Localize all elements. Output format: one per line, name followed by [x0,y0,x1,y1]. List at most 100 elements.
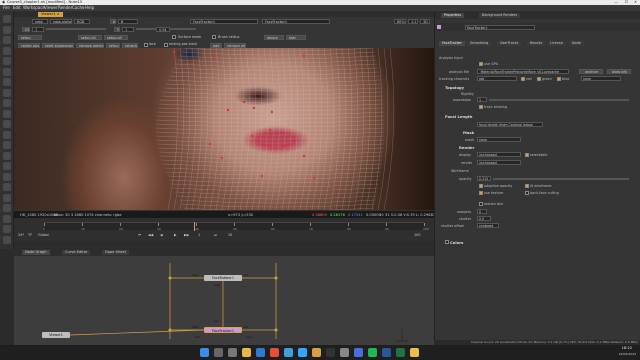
extra-channel-select[interactable]: none [581,76,621,81]
expression-field[interactable]: 1 [477,97,487,102]
tracking-point[interactable] [270,110,274,114]
nuke-icon[interactable] [312,348,321,357]
lit-wireframe-checkbox[interactable] [525,184,529,188]
tracking-point[interactable] [302,154,306,158]
tracking-point[interactable] [260,174,264,178]
use-texture-checkbox[interactable] [479,191,483,195]
folder-icon[interactable] [410,348,419,357]
samples-field[interactable]: 0 [477,209,487,214]
center-pos-button[interactable]: center pos [18,42,40,48]
tracking-point[interactable] [212,56,216,60]
image-icon[interactable] [3,36,11,44]
tracking-point[interactable] [312,176,316,180]
setup-all-button[interactable]: setup all [78,34,102,40]
motion-blur-toggle[interactable] [479,202,483,206]
settings-icon[interactable] [340,348,349,357]
tf-select[interactable]: TF [28,232,32,238]
tab-facetracker[interactable]: FaceTracker [439,41,465,46]
setup-button[interactable]: setup [18,34,42,40]
tracking-channels-select[interactable]: rgb [477,76,517,81]
edge-icon[interactable] [256,348,265,357]
clock-date[interactable]: 22/05/2024 [619,352,636,356]
focal-length-select[interactable]: focal length (from Camera) below [477,122,543,127]
toolsets-icon[interactable] [3,162,11,170]
colors-toggle[interactable] [445,240,449,244]
spotify-icon[interactable] [368,348,377,357]
step-forward-icon[interactable]: ▶▶ [184,232,189,238]
chrome-icon[interactable] [270,348,279,357]
alpha-channel-select[interactable]: rgba.alpha [50,18,72,24]
node-graph[interactable]: FaceRubber1 FaceTracker1 Viewer1 cam src… [14,249,434,345]
color-icon[interactable] [3,78,11,86]
display-select[interactable]: unchanged [477,152,521,157]
retrack-button[interactable]: retrack [122,42,138,48]
ignore-button[interactable]: ignore [264,34,284,40]
close-tab-icon[interactable]: × [57,12,60,16]
play-forward-icon[interactable]: ▶ [174,232,177,238]
word-icon[interactable] [382,348,391,357]
terminal-icon[interactable] [326,348,335,357]
view-mode-select[interactable]: 3D [420,18,430,24]
input-a-node-select[interactable]: FaceTracker1 [190,18,258,24]
opacity-slider[interactable] [493,178,629,180]
tab-dope-sheet[interactable]: Dope Sheet [102,250,129,255]
tracking-point[interactable] [226,108,230,112]
mask-select[interactable]: none [477,137,521,142]
proxy-select[interactable]: 1:1 [408,18,418,24]
selectable-checkbox[interactable] [525,153,529,157]
tab-usertracks[interactable]: UserTracks [497,41,522,46]
caravr-icon[interactable] [3,193,11,202]
frame-current-field[interactable]: 1 [198,232,200,238]
track-blinking-checkbox[interactable] [479,105,483,109]
mail-icon[interactable] [284,348,293,357]
adaptive-opacity-checkbox[interactable] [479,184,483,188]
go-end-icon[interactable]: ⏭ [214,232,217,238]
blue-channel-checkbox[interactable] [557,77,561,81]
red-channel-checkbox[interactable] [521,77,525,81]
play-back-icon[interactable]: ◀ [160,232,163,238]
tracking-point[interactable] [282,144,286,148]
channel-icon[interactable] [3,67,11,76]
tab-results[interactable]: Results [527,41,546,46]
remove-points-button[interactable]: remove points [76,42,104,48]
backface-culling-checkbox[interactable] [525,191,529,195]
taskview-icon[interactable] [228,348,237,357]
metadata-icon[interactable] [3,151,11,160]
show-info-button[interactable]: show info [607,69,631,74]
pointer-icon[interactable] [3,15,11,23]
tear-button[interactable]: tear [286,34,306,40]
tracking-point[interactable] [208,142,212,146]
furnace-icon[interactable] [3,183,11,191]
photoshop-icon[interactable] [298,348,307,357]
surface-mesh-checkbox[interactable] [172,35,176,39]
merge-icon[interactable] [3,109,11,118]
green-channel-checkbox[interactable] [537,77,541,81]
tracking-point[interactable] [172,50,176,54]
step-field[interactable]: 10 [228,232,232,238]
viewer-node[interactable]: Viewer1 [42,332,70,338]
timeline-ruler[interactable]: 1 10 20 30 40 50 60 70 80 90 100 [43,222,429,231]
gain-field[interactable]: 1 [32,26,44,32]
time-icon[interactable] [3,57,11,65]
face-rubber-node[interactable]: FaceRubber1 [204,275,242,281]
frame-end-field[interactable]: 100 [414,232,420,238]
tracking-point[interactable] [220,156,224,160]
gamma-field[interactable]: 1 [122,26,134,32]
explorer-icon[interactable] [242,348,251,357]
analyze-button[interactable]: analyze [579,69,603,74]
step-back-icon[interactable]: ◀◀ [148,232,153,238]
tab-properties[interactable]: Properties [441,13,465,18]
tab-smoothing[interactable]: Smoothing [467,41,492,46]
setup-button-2[interactable]: setup [106,42,120,48]
other-icon[interactable] [3,172,11,181]
face-tracker-node[interactable]: FaceTracker1 [204,327,242,333]
nuke-icon[interactable] [3,235,11,244]
setup-all-button-2[interactable]: setup all [104,34,128,40]
tab-license[interactable]: License [547,41,566,46]
viewer-canvas[interactable] [14,48,434,210]
global-select[interactable]: Global [38,232,49,238]
go-start-icon[interactable]: ⏮ [138,232,141,238]
paint-icon[interactable] [3,25,11,34]
views-icon[interactable] [3,141,11,149]
remove-all-button[interactable]: remove all [224,42,246,48]
